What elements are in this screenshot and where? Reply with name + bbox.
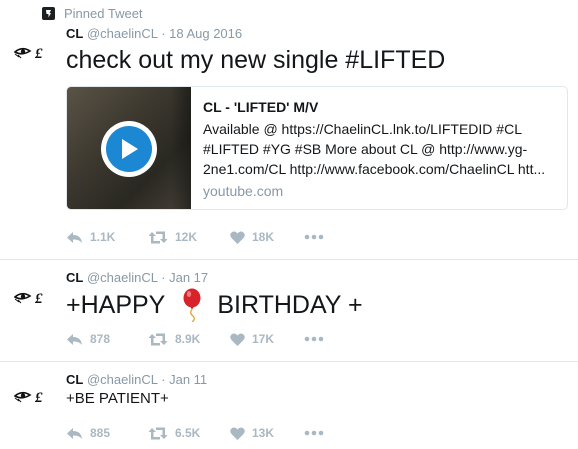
retweet-count: 12K [175,230,198,244]
balloon-emoji [183,288,201,322]
avatar[interactable]: £ [13,290,54,307]
tweet[interactable]: £ CL @chaelinCL · Jan 17 +HAPPY BIRTHDAY… [0,260,578,362]
reply-icon [67,333,82,345]
retweet-button[interactable]: 8.9K [148,332,230,346]
avatar[interactable]: £ [13,389,54,406]
separator: · [161,270,166,285]
author-name[interactable]: CL [66,372,83,387]
retweet-button[interactable]: 6.5K [148,426,230,440]
more-button[interactable] [304,336,324,342]
like-count: 17K [252,332,275,346]
author-handle[interactable]: @chaelinCL [87,26,158,41]
like-count: 13K [252,426,275,440]
author-name[interactable]: CL [66,270,83,285]
tweet-header: CL @chaelinCL · 18 Aug 2016 [66,26,242,42]
pinned-label: Pinned Tweet [64,6,143,21]
tweet-header: CL @chaelinCL · Jan 11 [66,372,207,388]
reply-button[interactable]: 885 [66,426,148,440]
tweet-date[interactable]: Jan 17 [169,270,208,285]
tweet-text: check out my new single #LIFTED [66,46,446,74]
pinned-indicator: Pinned Tweet [42,6,143,21]
more-button[interactable] [304,430,324,436]
pin-icon [42,7,55,20]
like-button[interactable]: 18K [230,230,304,244]
like-button[interactable]: 13K [230,426,304,440]
tweet[interactable]: £ CL @chaelinCL · Jan 11 +BE PATIENT+ 88… [0,362,578,449]
heart-icon [230,332,245,346]
more-icon [304,234,324,240]
more-icon [304,430,324,436]
media-card[interactable]: CL - 'LIFTED' M/V Available @ https://Ch… [66,86,568,210]
svg-text:£: £ [34,390,43,403]
like-count: 18K [252,230,275,244]
heart-icon [230,426,245,440]
retweet-icon [148,231,168,243]
more-button[interactable] [304,234,324,240]
tweet-text-part: +HAPPY [66,291,166,319]
reply-count: 878 [90,332,111,346]
reply-count: 885 [90,426,111,440]
tweet-text-part: BIRTHDAY + [217,291,363,319]
author-name[interactable]: CL [66,26,83,41]
card-title[interactable]: CL - 'LIFTED' M/V [203,97,559,117]
heart-icon [230,230,245,244]
svg-text:£: £ [34,46,43,59]
tweet-pinned[interactable]: Pinned Tweet £ CL @chaelinCL · 18 Aug 20… [0,0,578,260]
reply-button[interactable]: 878 [66,332,148,346]
retweet-count: 6.5K [175,426,201,440]
more-icon [304,336,324,342]
avatar[interactable]: £ [13,45,54,62]
reply-icon [67,427,82,439]
tweet-actions: 885 6.5K 13K [66,426,324,440]
separator: · [161,372,166,387]
tweet-actions: 878 8.9K 17K [66,332,324,346]
author-handle[interactable]: @chaelinCL [87,270,158,285]
retweet-button[interactable]: 12K [148,230,230,244]
card-body: CL - 'LIFTED' M/V Available @ https://Ch… [203,97,559,201]
author-handle[interactable]: @chaelinCL [87,372,158,387]
video-thumbnail[interactable] [67,87,191,209]
card-description: Available @ https://ChaelinCL.lnk.to/LIF… [203,121,546,177]
separator: · [161,26,166,41]
retweet-icon [148,333,168,345]
reply-count: 1.1K [90,230,116,244]
play-button[interactable] [101,121,157,177]
retweet-icon [148,427,168,439]
tweet-date[interactable]: 18 Aug 2016 [169,26,242,41]
like-button[interactable]: 17K [230,332,304,346]
play-icon [122,139,138,159]
tweet-date[interactable]: Jan 11 [169,372,207,387]
retweet-count: 8.9K [175,332,201,346]
tweet-text: +HAPPY BIRTHDAY + [66,288,363,322]
card-domain: youtube.com [203,183,284,199]
tweet-header: CL @chaelinCL · Jan 17 [66,270,208,286]
svg-text:£: £ [34,291,43,304]
tweet-actions: 1.1K 12K 18K [66,230,324,244]
tweet-text: +BE PATIENT+ [66,390,169,407]
reply-icon [67,231,82,243]
reply-button[interactable]: 1.1K [66,230,148,244]
